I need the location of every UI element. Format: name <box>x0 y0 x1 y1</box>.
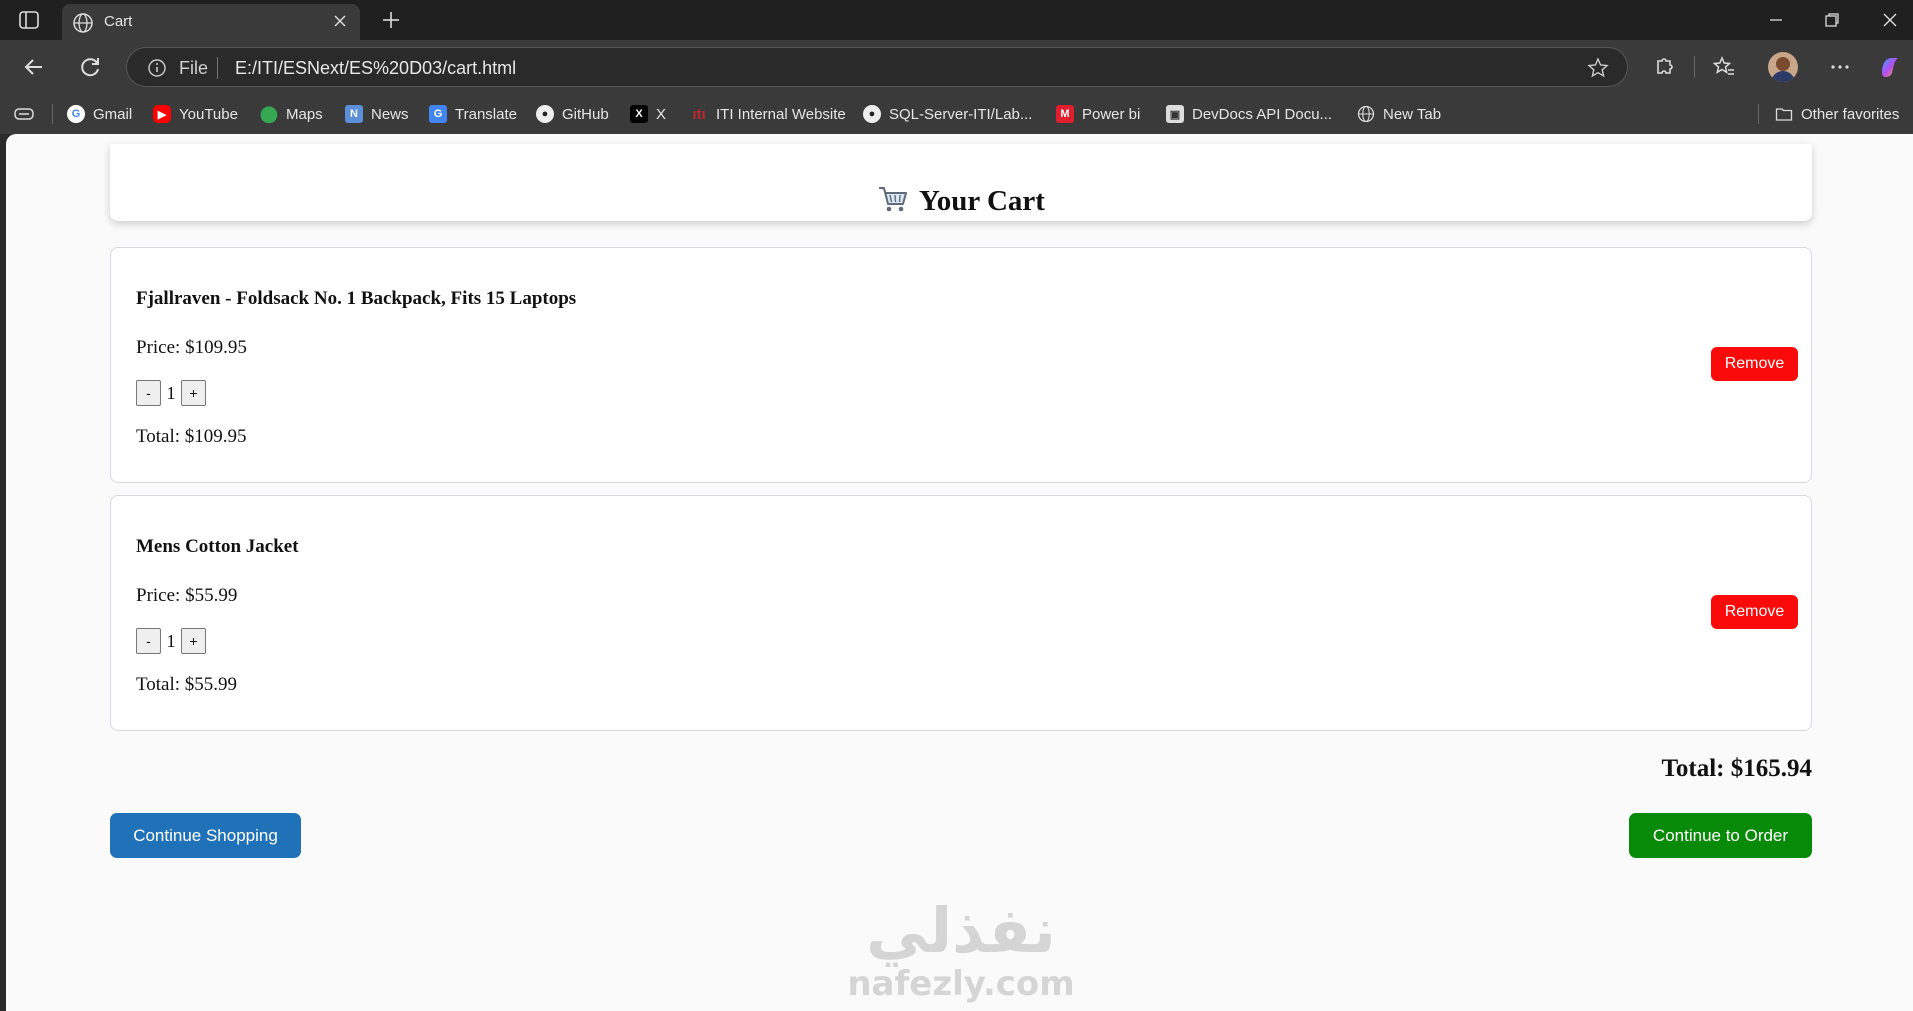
browser-titlebar: Cart <box>0 0 1913 40</box>
copilot-icon[interactable] <box>1876 53 1904 81</box>
translate-icon: G <box>429 105 447 123</box>
remove-button[interactable]: Remove <box>1711 595 1798 629</box>
quantity-stepper: - 1 + <box>136 628 206 654</box>
other-favorites[interactable]: Other favorites <box>1775 104 1899 124</box>
watermark-logo: نفذلي nafezly.com <box>836 894 1086 1011</box>
continue-shopping-button[interactable]: Continue Shopping <box>110 813 301 858</box>
bookmark-label: Translate <box>455 105 517 123</box>
more-options-icon[interactable] <box>1826 53 1854 81</box>
bookmark-label: ITI Internal Website <box>716 105 846 123</box>
favorite-star-icon[interactable] <box>1587 57 1609 79</box>
increment-button[interactable]: + <box>181 380 206 406</box>
bookmark-new-tab[interactable]: New Tab <box>1357 104 1441 124</box>
restore-icon[interactable] <box>1820 8 1844 32</box>
bookmark-label: News <box>371 105 409 123</box>
address-url[interactable]: E:/ITI/ESNext/ES%20D03/cart.html <box>235 58 516 79</box>
folder-icon <box>1775 108 1793 121</box>
bookmark-github[interactable]: ● GitHub <box>536 104 609 124</box>
watermark-latin: nafezly.com <box>847 964 1075 1004</box>
github-icon: ● <box>536 105 554 123</box>
other-favorites-label: Other favorites <box>1801 105 1900 123</box>
avatar-body <box>1771 71 1795 82</box>
bookmark-translate[interactable]: G Translate <box>429 104 517 124</box>
new-tab-icon[interactable] <box>380 9 402 31</box>
quantity-value: 1 <box>166 630 176 651</box>
bookmark-maps[interactable]: ⬤ Maps <box>260 104 323 124</box>
item-name: Mens Cotton Jacket <box>136 536 299 557</box>
bookmark-youtube[interactable]: ▶ YouTube <box>153 104 238 124</box>
item-total: Total: $109.95 <box>136 426 247 447</box>
bookmark-devdocs[interactable]: ▣ DevDocs API Docu... <box>1166 104 1332 124</box>
page-title-text: Your Cart <box>919 185 1045 217</box>
bookmark-label: SQL-Server-ITI/Lab... <box>889 105 1033 123</box>
browser-tab[interactable]: Cart <box>62 4 360 40</box>
bookmark-label: Gmail <box>93 105 133 123</box>
bookmarks-divider <box>52 104 53 124</box>
bookmark-x[interactable]: X X <box>630 104 666 124</box>
decrement-button[interactable]: - <box>136 628 161 654</box>
item-total: Total: $55.99 <box>136 674 238 695</box>
bookmark-iti[interactable]: ıtı ITI Internal Website <box>690 104 846 124</box>
gmail-icon: G <box>67 105 85 123</box>
iti-icon: ıtı <box>692 105 706 123</box>
bookmarks-divider <box>1758 104 1759 124</box>
avatar-face <box>1776 57 1790 71</box>
quantity-stepper: - 1 + <box>136 380 206 406</box>
bookmark-label: New Tab <box>1383 105 1442 123</box>
sidebar-toggle-icon[interactable] <box>18 10 40 30</box>
x-icon: X <box>630 105 648 123</box>
continue-to-order-button[interactable]: Continue to Order <box>1629 813 1812 858</box>
toolbar-divider <box>1694 56 1695 78</box>
bookmark-label: Maps <box>286 105 323 123</box>
close-tab-icon[interactable] <box>332 13 348 29</box>
minimize-icon[interactable] <box>1764 8 1788 32</box>
back-arrow-icon[interactable] <box>20 53 48 81</box>
address-bar[interactable]: File E:/ITI/ESNext/ES%20D03/cart.html <box>126 47 1628 87</box>
cart-item: Fjallraven - Foldsack No. 1 Backpack, Fi… <box>110 247 1812 483</box>
address-divider <box>217 57 218 79</box>
increment-button[interactable]: + <box>181 628 206 654</box>
item-price: Price: $109.95 <box>136 337 247 358</box>
address-scheme: File <box>179 58 209 78</box>
power-bi-icon: M <box>1056 105 1074 123</box>
extensions-icon[interactable] <box>1650 53 1678 81</box>
bookmark-label: Power bi <box>1082 105 1141 123</box>
cart-item: Mens Cotton Jacket Price: $55.99 - 1 + T… <box>110 495 1812 731</box>
bookmark-label: GitHub <box>562 105 609 123</box>
profile-avatar[interactable] <box>1768 52 1798 82</box>
reload-icon[interactable] <box>76 53 104 81</box>
cart-header: Your Cart <box>110 144 1812 221</box>
bookmark-label: DevDocs API Docu... <box>1192 105 1333 123</box>
page-title: Your Cart <box>110 184 1812 218</box>
globe-icon <box>73 13 93 33</box>
item-price: Price: $55.99 <box>136 585 238 606</box>
youtube-icon: ▶ <box>153 105 171 123</box>
globe-icon <box>1357 105 1375 123</box>
maps-icon: ⬤ <box>260 106 278 123</box>
collections-icon[interactable] <box>14 106 34 122</box>
grand-total: Total: $165.94 <box>1661 755 1812 782</box>
favorites-icon[interactable] <box>1710 53 1738 81</box>
watermark-arabic: نفذلي <box>866 894 1056 967</box>
bookmark-label: YouTube <box>179 105 238 123</box>
bookmark-power-bi[interactable]: M Power bi <box>1056 104 1140 124</box>
remove-button[interactable]: Remove <box>1711 347 1798 381</box>
bookmarks-bar: G Gmail ▶ YouTube ⬤ Maps N News G Transl… <box>0 94 1913 134</box>
bookmark-label: X <box>656 105 667 123</box>
browser-toolbar: File E:/ITI/ESNext/ES%20D03/cart.html <box>0 40 1913 94</box>
page-viewport: Your Cart Fjallraven - Foldsack No. 1 Ba… <box>6 134 1913 1011</box>
github-icon: ● <box>863 105 881 123</box>
tab-title: Cart <box>104 13 133 30</box>
bookmark-gmail[interactable]: G Gmail <box>67 104 132 124</box>
bookmark-news[interactable]: N News <box>345 104 409 124</box>
devdocs-icon: ▣ <box>1166 105 1184 123</box>
quantity-value: 1 <box>166 382 176 403</box>
shopping-cart-icon <box>879 187 908 212</box>
close-window-icon[interactable] <box>1878 8 1902 32</box>
bookmark-sql-server[interactable]: ● SQL-Server-ITI/Lab... <box>863 104 1032 124</box>
info-icon[interactable] <box>147 58 167 78</box>
item-name: Fjallraven - Foldsack No. 1 Backpack, Fi… <box>136 288 577 309</box>
decrement-button[interactable]: - <box>136 380 161 406</box>
news-icon: N <box>345 105 363 123</box>
